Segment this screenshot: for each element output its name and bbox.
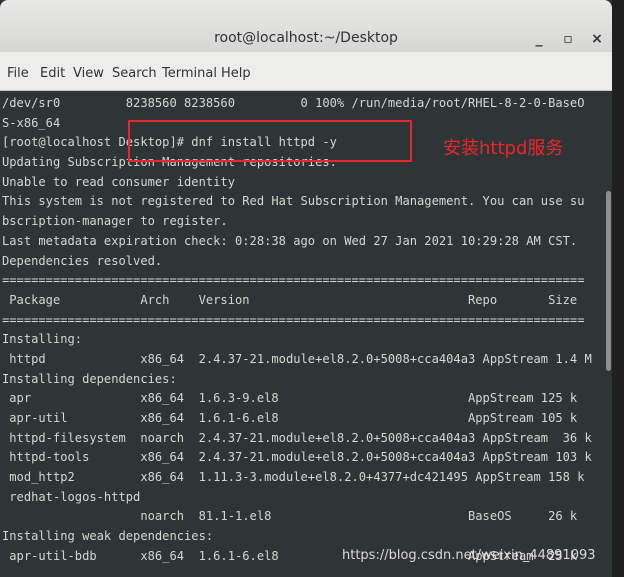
window-edge: [612, 0, 624, 577]
scrollbar-thumb[interactable]: [606, 191, 611, 371]
terminal-line: Installing:: [2, 332, 83, 347]
terminal-line: Installing weak dependencies:: [2, 529, 214, 544]
terminal-line: httpd-tools x86_64 2.4.37-21.module+el8.…: [2, 450, 592, 465]
terminal-line: Unable to read consumer identity: [2, 174, 235, 189]
terminal-line: mod_http2 x86_64 1.11.3-3.module+el8.2.0…: [2, 470, 585, 485]
terminal-line: bscription-manager to register.: [2, 214, 228, 229]
terminal-line: Package Arch Version Repo Size: [2, 292, 578, 307]
menu-help[interactable]: Help: [221, 66, 251, 81]
menu-search[interactable]: Search: [112, 66, 157, 81]
terminal-line: ========================================…: [2, 312, 585, 327]
terminal-line: Dependencies resolved.: [2, 253, 163, 268]
terminal-line: Last metadata expiration check: 0:28:38 …: [2, 233, 578, 248]
terminal-line: httpd x86_64 2.4.37-21.module+el8.2.0+50…: [2, 351, 592, 366]
minimize-button[interactable]: _: [528, 28, 550, 50]
terminal-output[interactable]: /dev/sr0 8238560 8238560 0 100% /run/med…: [0, 91, 604, 577]
watermark-text: https://blog.csdn.net/weixin_44891093: [342, 548, 596, 563]
terminal-line: apr x86_64 1.6.3-9.el8 AppStream 125 k: [2, 391, 578, 406]
menu-terminal[interactable]: Terminal: [162, 66, 217, 81]
terminal-lines: /dev/sr0 8238560 8238560 0 100% /run/med…: [2, 94, 602, 567]
annotation-label: 安装httpd服务: [443, 138, 564, 159]
terminal-window: root@localhost:~/Desktop _ ▫ × File Edit…: [0, 0, 612, 577]
annotation-highlight-box: [128, 120, 412, 162]
terminal-line: This system is not registered to Red Hat…: [2, 194, 585, 209]
window-title: root@localhost:~/Desktop: [214, 30, 398, 46]
terminal-line: noarch 81.1-1.el8 BaseOS 26 k: [2, 509, 578, 524]
terminal-line: ========================================…: [2, 273, 585, 288]
menu-view[interactable]: View: [73, 66, 104, 81]
menu-edit[interactable]: Edit: [40, 66, 65, 81]
menu-bar: File Edit View Search Terminal Help: [0, 52, 612, 91]
window-titlebar[interactable]: root@localhost:~/Desktop _ ▫ ×: [0, 0, 612, 52]
scrollbar-track[interactable]: [604, 91, 612, 577]
maximize-button[interactable]: ▫: [557, 28, 579, 50]
terminal-line: /dev/sr0 8238560 8238560 0 100% /run/med…: [2, 96, 585, 110]
menu-file[interactable]: File: [7, 66, 29, 81]
close-button[interactable]: ×: [586, 28, 608, 50]
terminal-line: apr-util x86_64 1.6.1-6.el8 AppStream 10…: [2, 411, 578, 425]
terminal-line: httpd-filesystem noarch 2.4.37-21.module…: [2, 430, 592, 445]
terminal-line: Installing dependencies:: [2, 371, 177, 386]
terminal-line: redhat-logos-httpd: [2, 489, 141, 504]
